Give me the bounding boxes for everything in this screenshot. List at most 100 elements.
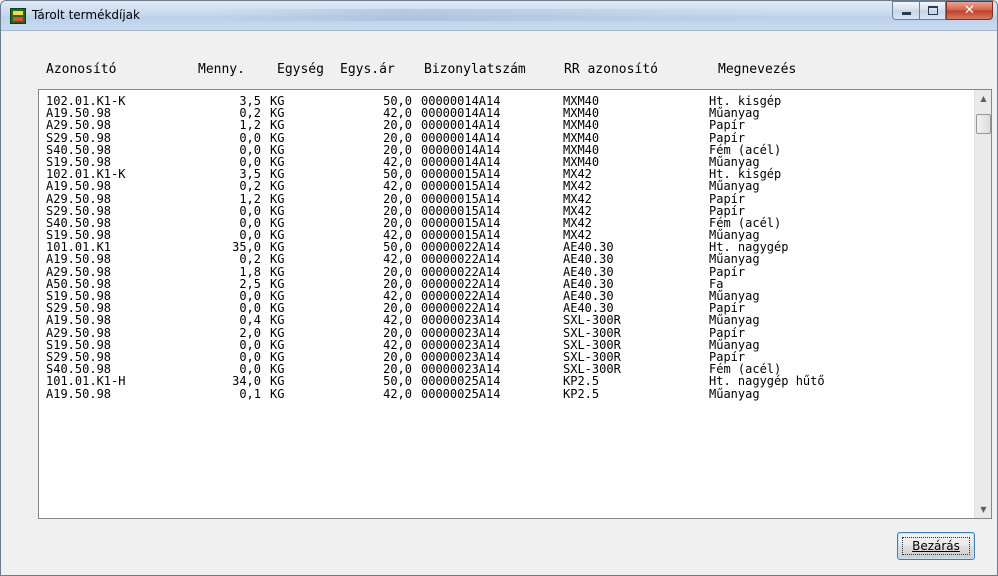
row-doc-no: 00000014A14 [421, 130, 501, 145]
row-rr-id: AE40.30 [563, 240, 614, 255]
close-button[interactable]: Bezárás [897, 532, 975, 560]
row-doc-no: 00000023A14 [421, 337, 501, 352]
scroll-thumb[interactable] [976, 114, 991, 134]
row-rr-id: MXM40 [563, 154, 600, 169]
row-unit-price: 20,0 [383, 203, 412, 218]
row-rr-id: MXM40 [563, 106, 600, 121]
list-item[interactable]: 102.01.K1-K 3,5 KG 50,0 00000015A14 MX42 Ht. k… [39, 168, 964, 180]
row-rr-id: AE40.30 [563, 289, 614, 303]
list-item[interactable]: A19.50.98 0,2 KG 42,0 00000022A14 AE40.30 Műan… [39, 253, 964, 265]
row-name: Műanyag [709, 337, 760, 352]
row-unit-price: 20,0 [383, 215, 412, 230]
row-unit: KG [270, 179, 285, 194]
row-unit-price: 42,0 [383, 313, 412, 328]
minimize-button[interactable] [892, 1, 919, 20]
row-id: S19.50.98 [46, 154, 112, 169]
row-name: Ht. nagygép [709, 240, 789, 255]
list-item[interactable]: A19.50.98 0,1 KG 42,0 00000025A14 KP2.5 Műanya… [39, 388, 964, 400]
row-name: Papír [709, 349, 746, 364]
title-bar[interactable]: Tárolt termékdíjak ✕ [1, 1, 997, 31]
row-unit-price: 42,0 [383, 386, 412, 401]
row-qty: 0,0 [239, 203, 261, 218]
row-name: Műanyag [709, 386, 760, 401]
row-name: Papír [709, 118, 746, 133]
close-window-button[interactable]: ✕ [946, 1, 993, 20]
row-qty: 0,0 [239, 130, 261, 145]
row-id: A29.50.98 [46, 264, 112, 279]
column-header-unit-price: Egys.ár [340, 62, 395, 77]
list-item[interactable]: A19.50.98 0,4 KG 42,0 00000023A14 SXL-300R Műa… [39, 314, 964, 326]
row-rr-id: SXL-300R [563, 349, 621, 364]
list-item[interactable]: S19.50.98 0,0 KG 42,0 00000014A14 MXM40 Műanya… [39, 156, 964, 168]
row-unit: KG [270, 167, 285, 182]
row-id: S29.50.98 [46, 301, 112, 316]
row-unit: KG [270, 154, 285, 169]
row-unit-price: 42,0 [383, 252, 412, 267]
list-item[interactable]: A29.50.98 2,0 KG 20,0 00000023A14 SXL-300R Pap… [39, 327, 964, 339]
row-doc-no: 00000015A14 [421, 215, 501, 230]
list-item[interactable]: A29.50.98 1,2 KG 20,0 00000015A14 MX42 Papír [39, 193, 964, 205]
row-id: A29.50.98 [46, 118, 112, 133]
row-doc-no: 00000015A14 [421, 179, 501, 194]
scroll-down-icon[interactable]: ▼ [975, 501, 992, 518]
list-item[interactable]: S29.50.98 0,0 KG 20,0 00000022A14 AE40.30 Papí… [39, 302, 964, 314]
row-name: Papír [709, 301, 746, 316]
row-rr-id: AE40.30 [563, 264, 614, 279]
row-doc-no: 00000022A14 [421, 276, 501, 291]
row-unit: KG [270, 106, 285, 121]
row-id: 102.01.K1-K [46, 94, 126, 108]
row-doc-no: 00000014A14 [421, 106, 501, 121]
row-unit-price: 42,0 [383, 337, 412, 352]
row-doc-no: 00000022A14 [421, 264, 501, 279]
row-unit: KG [270, 374, 285, 389]
list-item[interactable]: 102.01.K1-K 3,5 KG 50,0 00000014A14 MXM40 Ht. … [39, 95, 964, 107]
row-rr-id: MXM40 [563, 142, 600, 157]
row-name: Fém (acél) [709, 215, 782, 230]
scroll-up-icon[interactable]: ▲ [975, 90, 992, 107]
row-unit-price: 20,0 [383, 142, 412, 157]
list-item[interactable]: S19.50.98 0,0 KG 42,0 00000022A14 AE40.30 Műan… [39, 290, 964, 302]
list-item[interactable]: A19.50.98 0,2 KG 42,0 00000014A14 MXM40 Műanya… [39, 107, 964, 119]
row-unit-price: 20,0 [383, 130, 412, 145]
list-item[interactable]: S40.50.98 0,0 KG 20,0 00000023A14 SXL-300R Fém… [39, 363, 964, 375]
list-item[interactable]: S29.50.98 0,0 KG 20,0 00000014A14 MXM40 Papír [39, 132, 964, 144]
list-item[interactable]: 101.01.K1-H 34,0 KG 50,0 00000025A14 KP2.5 Ht.… [39, 375, 964, 387]
row-unit-price: 42,0 [383, 106, 412, 121]
list-item[interactable]: S19.50.98 0,0 KG 42,0 00000023A14 SXL-300R Műa… [39, 339, 964, 351]
row-unit: KG [270, 301, 285, 316]
list-item[interactable]: A29.50.98 1,2 KG 20,0 00000014A14 MXM40 Papír [39, 119, 964, 131]
list-item[interactable]: S29.50.98 0,0 KG 20,0 00000023A14 SXL-300R Pap… [39, 351, 964, 363]
column-header-name: Megnevezés [718, 62, 797, 77]
column-header-doc-no: Bizonylatszám [424, 62, 526, 77]
maximize-icon [928, 6, 938, 15]
row-unit: KG [270, 276, 285, 291]
row-doc-no: 00000015A14 [421, 191, 501, 206]
list-item[interactable]: S40.50.98 0,0 KG 20,0 00000014A14 MXM40 Fém (a… [39, 144, 964, 156]
row-unit: KG [270, 313, 285, 328]
row-unit-price: 42,0 [383, 154, 412, 169]
fees-listbox[interactable]: 102.01.K1-K 3,5 KG 50,0 00000014A14 MXM40 Ht. … [38, 89, 992, 519]
row-id: A19.50.98 [46, 386, 112, 401]
row-doc-no: 00000023A14 [421, 313, 501, 328]
row-id: S19.50.98 [46, 228, 112, 243]
row-qty: 1,2 [239, 118, 261, 133]
row-qty: 0,0 [239, 337, 261, 352]
row-doc-no: 00000014A14 [421, 118, 501, 133]
list-item[interactable]: S29.50.98 0,0 KG 20,0 00000015A14 MX42 Papír [39, 205, 964, 217]
row-unit-price: 50,0 [383, 167, 412, 182]
list-item[interactable]: S40.50.98 0,0 KG 20,0 00000015A14 MX42 Fém (ac… [39, 217, 964, 229]
list-item[interactable]: S19.50.98 0,0 KG 42,0 00000015A14 MX42 Műanyag [39, 229, 964, 241]
vertical-scrollbar[interactable]: ▲ ▼ [974, 90, 991, 518]
column-header-unit: Egység [277, 62, 324, 77]
row-name: Műanyag [709, 106, 760, 121]
list-item[interactable]: A19.50.98 0,2 KG 42,0 00000015A14 MX42 Műanyag [39, 180, 964, 192]
maximize-button[interactable] [919, 1, 946, 20]
row-name: Műanyag [709, 154, 760, 169]
list-item[interactable]: 101.01.K1 35,0 KG 50,0 00000022A14 AE40.30 Ht.… [39, 241, 964, 253]
row-qty: 0,4 [239, 313, 261, 328]
list-item[interactable]: A29.50.98 1,8 KG 20,0 00000022A14 AE40.30 Papí… [39, 266, 964, 278]
row-unit: KG [270, 362, 285, 377]
row-id: A19.50.98 [46, 313, 112, 328]
row-doc-no: 00000025A14 [421, 374, 501, 389]
list-item[interactable]: A50.50.98 2,5 KG 20,0 00000022A14 AE40.30 Fa [39, 278, 964, 290]
